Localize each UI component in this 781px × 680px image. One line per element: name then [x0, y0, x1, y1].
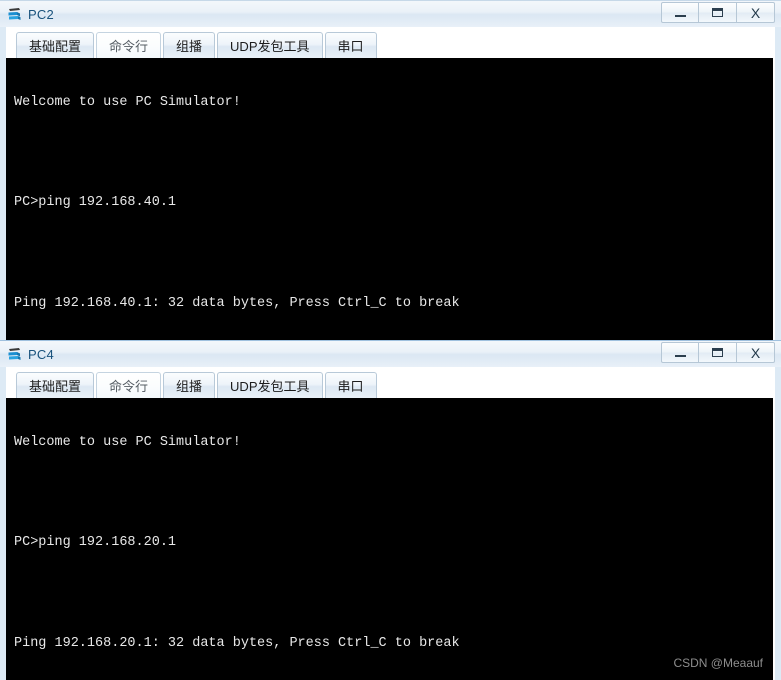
close-button[interactable]: X [737, 2, 775, 23]
pc-device-icon [6, 346, 23, 363]
window-title-pc4: PC4 [28, 346, 54, 362]
maximize-button[interactable] [699, 2, 737, 23]
terminal-line: PC>ping 192.168.40.1 [14, 195, 177, 211]
window-body-pc4: 基础配置 命令行 组播 UDP发包工具 串口 Welcome to use PC… [0, 367, 781, 680]
window-title-pc2: PC2 [28, 6, 54, 22]
terminal-line: Ping 192.168.40.1: 32 data bytes, Press … [14, 296, 460, 312]
terminal-line: PC>ping 192.168.20.1 [14, 535, 177, 551]
window-controls-pc4: X [661, 342, 775, 363]
terminal-line: Welcome to use PC Simulator! [14, 94, 241, 110]
minimize-button[interactable] [661, 342, 699, 363]
tab-udp-tool[interactable]: UDP发包工具 [217, 372, 323, 398]
tab-basic-config[interactable]: 基础配置 [16, 372, 95, 398]
close-icon: X [750, 344, 761, 361]
window-pc2: PC2 X 基础配置 命令行 组播 UDP发包工具 串口 Welcome to … [0, 0, 781, 345]
terminal-line: Ping 192.168.20.1: 32 data bytes, Press … [14, 636, 460, 652]
tabstrip-pc4: 基础配置 命令行 组播 UDP发包工具 串口 [6, 367, 775, 398]
window-pc4: PC4 X 基础配置 命令行 组播 UDP发包工具 串口 Welcome to … [0, 340, 781, 680]
tab-serial-port[interactable]: 串口 [324, 372, 377, 398]
tabstrip-pc2: 基础配置 命令行 组播 UDP发包工具 串口 [6, 27, 775, 58]
tab-udp-tool[interactable]: UDP发包工具 [217, 32, 323, 58]
terminal-output-pc4[interactable]: Welcome to use PC Simulator! PC>ping 192… [6, 398, 773, 680]
titlebar-pc2[interactable]: PC2 X [0, 0, 781, 27]
window-body-pc2: 基础配置 命令行 组播 UDP发包工具 串口 Welcome to use PC… [0, 27, 781, 345]
terminal-line: Welcome to use PC Simulator! [14, 434, 241, 450]
minimize-button[interactable] [661, 2, 699, 23]
tab-command-line[interactable]: 命令行 [96, 372, 162, 398]
close-icon: X [750, 4, 761, 21]
close-button[interactable]: X [737, 342, 775, 363]
tab-multicast[interactable]: 组播 [163, 32, 216, 58]
pc-device-icon [6, 6, 23, 23]
window-controls-pc2: X [661, 2, 775, 23]
terminal-output-pc2[interactable]: Welcome to use PC Simulator! PC>ping 192… [6, 58, 773, 343]
titlebar-pc4[interactable]: PC4 X [0, 340, 781, 367]
tab-basic-config[interactable]: 基础配置 [16, 32, 95, 58]
tab-command-line[interactable]: 命令行 [96, 32, 162, 58]
tab-serial-port[interactable]: 串口 [324, 32, 377, 58]
tab-multicast[interactable]: 组播 [163, 372, 216, 398]
maximize-button[interactable] [699, 342, 737, 363]
